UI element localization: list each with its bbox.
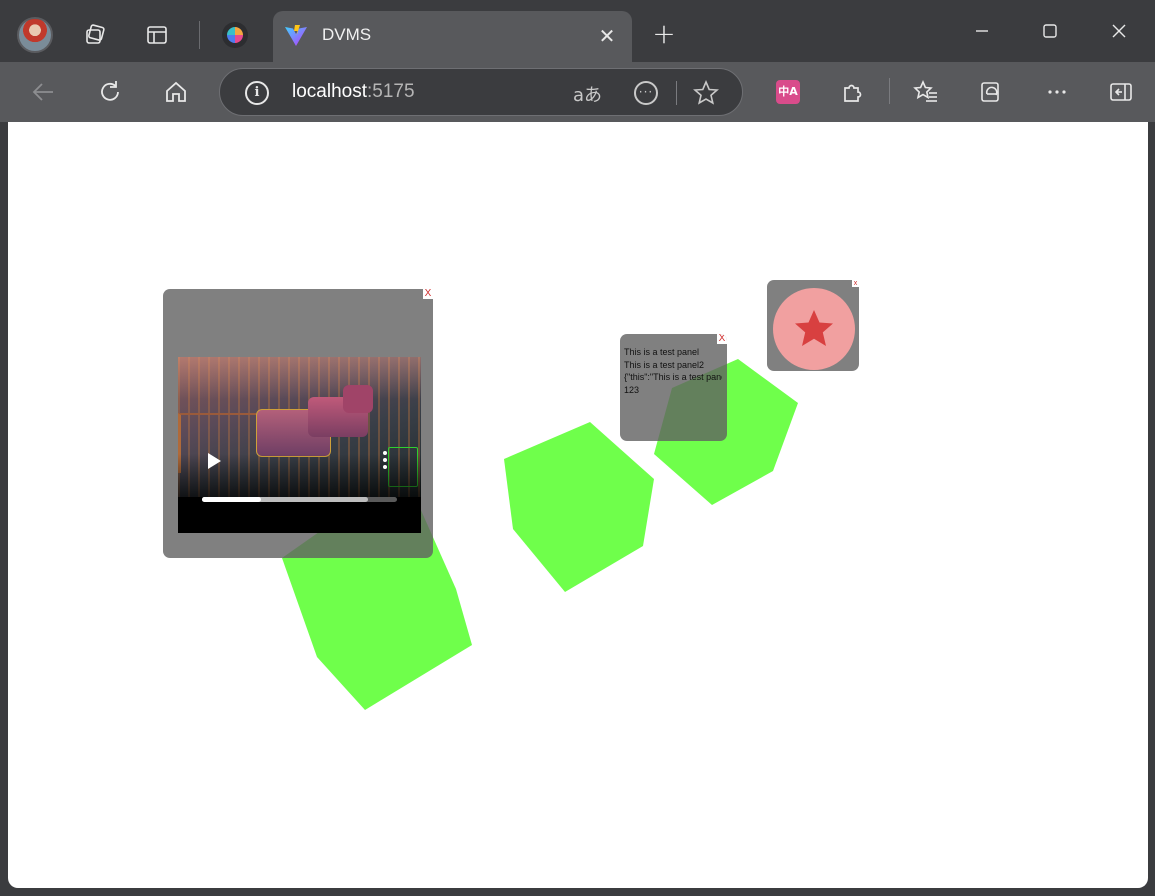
address-bar[interactable]: i localhost:5175 aあ ···	[219, 68, 743, 116]
video-player[interactable]	[178, 357, 421, 533]
favorites-icon[interactable]	[910, 76, 942, 108]
more-address-actions-icon[interactable]: ···	[634, 81, 658, 105]
star-panel-close-button[interactable]: x	[852, 280, 859, 287]
play-icon[interactable]	[208, 453, 221, 469]
home-icon[interactable]	[160, 76, 192, 108]
text-panel-line: 123	[624, 384, 640, 395]
copilot-icon[interactable]	[222, 22, 248, 48]
collections-icon[interactable]	[975, 76, 1007, 108]
sidebar-toggle-icon[interactable]	[1105, 76, 1137, 108]
text-panel-close-button[interactable]: X	[717, 334, 727, 344]
text-panel[interactable]: X This is a test panel This is a test pa…	[620, 334, 727, 441]
profile-avatar[interactable]	[17, 17, 53, 53]
text-panel-content: This is a test panel This is a test pane…	[624, 346, 722, 396]
back-icon[interactable]	[27, 76, 59, 108]
video-controls-overlay	[178, 357, 421, 533]
favorite-star-icon[interactable]	[692, 79, 720, 107]
close-window-icon[interactable]	[1104, 16, 1134, 46]
video-progress-bar[interactable]	[202, 497, 397, 502]
read-aloud-icon[interactable]: aあ	[573, 81, 602, 107]
tab-dvms[interactable]: DVMS ✕	[273, 11, 632, 62]
site-info-icon[interactable]: i	[245, 81, 269, 105]
tab-bar: DVMS ✕ +	[0, 0, 1155, 62]
maximize-icon[interactable]	[1035, 16, 1065, 46]
video-menu-icon[interactable]	[382, 451, 388, 473]
navigation-toolbar: i localhost:5175 aあ ··· 中A	[0, 62, 1155, 122]
tab-title: DVMS	[322, 25, 372, 44]
workspaces-icon[interactable]	[80, 20, 110, 50]
toolbar-divider	[889, 78, 890, 104]
tab-bar-divider	[199, 21, 200, 49]
browser-window: DVMS ✕ + i localhost:5175 aあ ··· 中A X X …	[0, 0, 1155, 896]
video-panel-close-button[interactable]: X	[423, 289, 433, 299]
extensions-icon[interactable]	[837, 76, 869, 108]
text-panel-line: {"this":"This is a test panel"}	[624, 372, 722, 382]
green-hexagon-2[interactable]	[504, 422, 654, 592]
page-viewport: X X This is a test panel This is a test …	[8, 122, 1148, 888]
settings-more-icon[interactable]	[1041, 76, 1073, 108]
star-icon	[795, 310, 833, 346]
vertical-tabs-icon[interactable]	[142, 20, 172, 50]
vite-favicon-icon	[283, 23, 309, 49]
address-url[interactable]: localhost:5175	[292, 81, 415, 103]
minimize-icon[interactable]	[967, 16, 997, 46]
text-panel-line: This is a test panel2	[624, 359, 705, 370]
translate-icon[interactable]: 中A	[776, 80, 800, 104]
video-progress-played	[202, 497, 261, 502]
address-divider	[676, 81, 677, 105]
star-badge[interactable]	[773, 288, 855, 370]
refresh-icon[interactable]	[94, 76, 126, 108]
new-tab-button[interactable]: +	[649, 20, 679, 50]
star-panel[interactable]: x	[767, 280, 859, 371]
text-panel-line: This is a test panel	[624, 347, 700, 357]
video-panel[interactable]: X	[163, 289, 433, 558]
tab-close-icon[interactable]: ✕	[596, 25, 618, 47]
